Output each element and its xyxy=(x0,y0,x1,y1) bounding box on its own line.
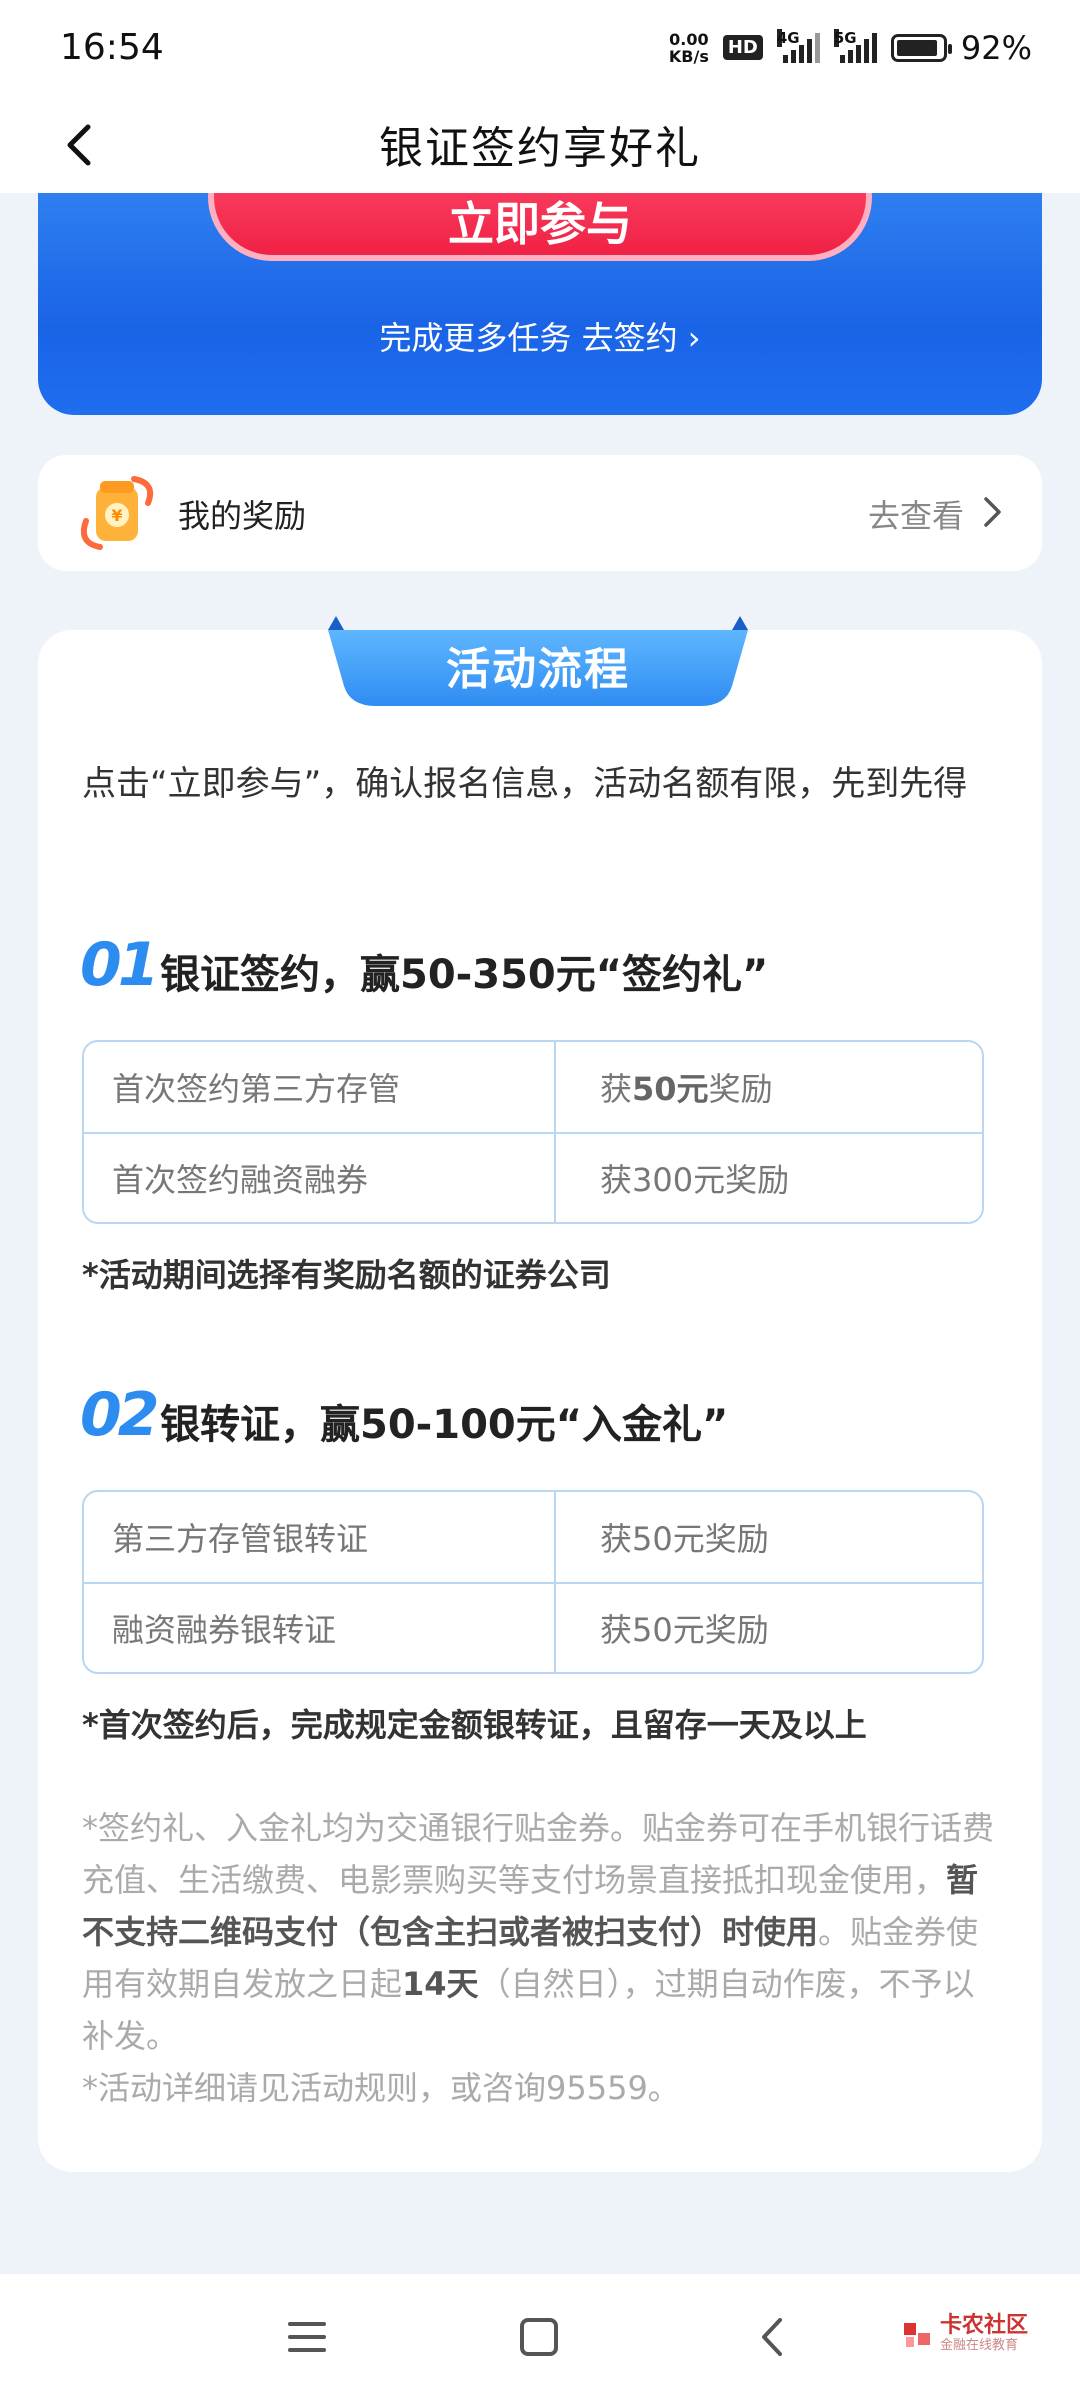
status-time: 16:54 xyxy=(60,27,164,68)
promo-banner: 立即参与 完成更多任务 去签约 › xyxy=(38,193,1042,415)
table-cell-reward: 获 50元 奖励 xyxy=(556,1492,982,1582)
table-cell-item: 融资融券银转证 xyxy=(84,1584,556,1672)
fine-print-bold: 14天 xyxy=(402,1965,479,2003)
gift-pouch-icon: ¥ xyxy=(80,476,154,550)
step-2-note: *首次签约后，完成规定金额银转证，且留存一天及以上 xyxy=(82,1706,867,1744)
step-2-table: 第三方存管银转证 获 50元 奖励 融资融券银转证 获 50元 奖励 xyxy=(82,1490,984,1674)
reward-suffix: 奖励 xyxy=(725,1161,790,1199)
reward-amount: 50元 xyxy=(632,1520,705,1558)
page-header: 银证签约享好礼 xyxy=(0,95,1080,193)
table-cell-reward: 获 50元 奖励 xyxy=(556,1042,982,1132)
my-reward-card[interactable]: ¥ 我的奖励 去查看 xyxy=(38,455,1042,571)
step-number-1: 01 xyxy=(80,930,160,1000)
reward-suffix: 奖励 xyxy=(704,1611,769,1649)
reward-prefix: 获 xyxy=(600,1070,633,1108)
battery-fill xyxy=(896,39,938,56)
table-row: 首次签约融资融券 获 300元 奖励 xyxy=(84,1132,982,1222)
fine-print-paragraph-1: *签约礼、入金礼均为交通银行贴金券。贴金券可在手机银行话费充值、生活缴费、电影票… xyxy=(82,1802,1002,2062)
battery-icon xyxy=(890,33,952,62)
table-cell-item: 首次签约融资融券 xyxy=(84,1134,556,1222)
table-cell-reward: 获 50元 奖励 xyxy=(556,1584,982,1672)
page-title: 银证签约享好礼 xyxy=(379,123,701,174)
flow-tab-title: 活动流程 xyxy=(446,644,630,695)
signal-4g-icon: 4G xyxy=(776,28,820,63)
fine-print-text: *签约礼、入金礼均为交通银行贴金券。贴金券可在手机银行话费充值、生活缴费、电影票… xyxy=(82,1809,995,1899)
back-triangle-icon[interactable] xyxy=(748,2312,798,2362)
watermark-title: 卡农社区 xyxy=(940,2313,1029,2338)
reward-prefix: 获 xyxy=(600,1520,633,1558)
my-reward-label: 我的奖励 xyxy=(178,497,307,535)
watermark-logo: 卡农社区 金融在线教育 xyxy=(900,2314,1028,2354)
signal-4g-label: 4G xyxy=(776,28,800,47)
reward-prefix: 获 xyxy=(600,1161,633,1199)
flow-intro: 点击“立即参与”，确认报名信息，活动名额有限，先到先得 xyxy=(82,764,968,804)
reward-suffix: 奖励 xyxy=(708,1070,773,1108)
reward-prefix: 获 xyxy=(600,1611,633,1649)
hd-badge: HD xyxy=(722,35,763,60)
more-task-link[interactable]: 完成更多任务 去签约 › xyxy=(38,313,1042,359)
watermark-icon xyxy=(904,2323,930,2347)
system-nav-bar: 卡农社区 金融在线教育 xyxy=(0,2274,1080,2400)
table-row: 第三方存管银转证 获 50元 奖励 xyxy=(84,1492,982,1582)
reward-amount: 50元 xyxy=(632,1070,709,1108)
table-row: 首次签约第三方存管 获 50元 奖励 xyxy=(84,1042,982,1132)
signal-5g-icon: 5G xyxy=(833,28,877,63)
view-reward-link[interactable]: 去查看 xyxy=(868,491,964,537)
fine-print-paragraph-2: *活动详细请见活动规则，或咨询95559。 xyxy=(82,2069,680,2107)
signal-5g-label: 5G xyxy=(833,28,857,47)
activity-flow-card: 活动流程 点击“立即参与”，确认报名信息，活动名额有限，先到先得 01 银证签约… xyxy=(38,616,1042,2172)
status-bar: 16:54 0.00 KB/s HD 4G 5G 92% xyxy=(0,0,1080,95)
step-title-1: 银证签约，赢50-350元“签约礼” xyxy=(160,952,769,998)
flow-tab-header: 活动流程 xyxy=(328,614,748,718)
watermark-text: 卡农社区 金融在线教育 xyxy=(940,2314,1028,2354)
back-button[interactable] xyxy=(58,121,102,169)
table-cell-item: 第三方存管银转证 xyxy=(84,1492,556,1582)
net-speed-value: 0.00 xyxy=(669,29,709,49)
step-number-2: 02 xyxy=(80,1380,160,1450)
net-speed: 0.00 KB/s xyxy=(669,31,709,65)
table-cell-reward: 获 300元 奖励 xyxy=(556,1134,982,1222)
join-now-button[interactable]: 立即参与 xyxy=(208,193,872,261)
net-speed-unit: KB/s xyxy=(668,46,709,66)
fine-print: *签约礼、入金礼均为交通银行贴金券。贴金券可在手机银行话费充值、生活缴费、电影票… xyxy=(82,1802,1002,2114)
battery-percent: 92% xyxy=(960,28,1032,67)
reward-suffix: 奖励 xyxy=(704,1520,769,1558)
menu-icon[interactable] xyxy=(282,2312,332,2362)
svg-text:¥: ¥ xyxy=(111,506,122,525)
reward-amount: 50元 xyxy=(632,1611,705,1649)
status-icons: 0.00 KB/s HD 4G 5G 92% xyxy=(669,28,1032,67)
step-title-2: 银转证，赢50-100元“入金礼” xyxy=(160,1402,729,1448)
home-square-icon[interactable] xyxy=(514,2312,564,2362)
watermark-subtitle: 金融在线教育 xyxy=(940,2338,1019,2353)
chevron-right-icon xyxy=(984,497,1001,527)
reward-amount: 300元 xyxy=(632,1161,726,1199)
table-cell-item: 首次签约第三方存管 xyxy=(84,1042,556,1132)
table-row: 融资融券银转证 获 50元 奖励 xyxy=(84,1582,982,1672)
step-1-note: *活动期间选择有奖励名额的证券公司 xyxy=(82,1256,611,1294)
step-1-table: 首次签约第三方存管 获 50元 奖励 首次签约融资融券 获 300元 奖励 xyxy=(82,1040,984,1224)
